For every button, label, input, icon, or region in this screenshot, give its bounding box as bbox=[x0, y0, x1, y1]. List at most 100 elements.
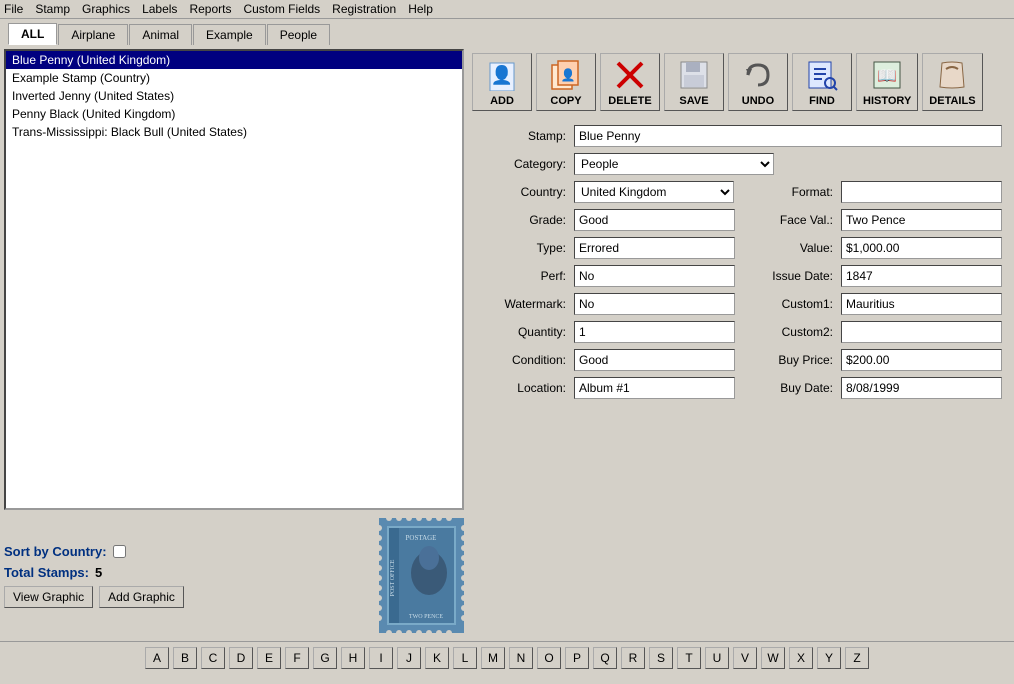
watermark-input[interactable] bbox=[574, 293, 735, 315]
value-label: Value: bbox=[743, 241, 833, 255]
add-button[interactable]: 👤 ADD bbox=[472, 53, 532, 111]
alpha-btn-e[interactable]: E bbox=[257, 647, 281, 669]
history-icon: 📖 bbox=[869, 57, 905, 93]
main-content: Blue Penny (United Kingdom) Example Stam… bbox=[0, 45, 1014, 641]
alpha-btn-n[interactable]: N bbox=[509, 647, 533, 669]
menu-graphics[interactable]: Graphics bbox=[82, 2, 130, 16]
alpha-btn-o[interactable]: O bbox=[537, 647, 561, 669]
category-label: Category: bbox=[476, 157, 566, 171]
alpha-btn-v[interactable]: V bbox=[733, 647, 757, 669]
alpha-btn-p[interactable]: P bbox=[565, 647, 589, 669]
menu-registration[interactable]: Registration bbox=[332, 2, 396, 16]
graphic-buttons: View Graphic Add Graphic bbox=[4, 586, 184, 608]
type-input[interactable] bbox=[574, 237, 735, 259]
alpha-btn-r[interactable]: R bbox=[621, 647, 645, 669]
menu-file[interactable]: File bbox=[4, 2, 23, 16]
toolbar: 👤 ADD 👤 COPY bbox=[468, 49, 1010, 115]
alpha-btn-t[interactable]: T bbox=[677, 647, 701, 669]
buy-price-input[interactable] bbox=[841, 349, 1002, 371]
alpha-btn-w[interactable]: W bbox=[761, 647, 785, 669]
value-input[interactable] bbox=[841, 237, 1002, 259]
alpha-btn-m[interactable]: M bbox=[481, 647, 505, 669]
add-label: ADD bbox=[490, 95, 514, 107]
stamp-list[interactable]: Blue Penny (United Kingdom) Example Stam… bbox=[4, 49, 464, 510]
alpha-btn-f[interactable]: F bbox=[285, 647, 309, 669]
alpha-btn-u[interactable]: U bbox=[705, 647, 729, 669]
menu-stamp[interactable]: Stamp bbox=[35, 2, 70, 16]
alpha-btn-z[interactable]: Z bbox=[845, 647, 869, 669]
country-select[interactable]: United Kingdom bbox=[574, 181, 734, 203]
issue-date-input[interactable] bbox=[841, 265, 1002, 287]
custom2-input[interactable] bbox=[841, 321, 1002, 343]
issue-date-label: Issue Date: bbox=[743, 269, 833, 283]
list-item[interactable]: Example Stamp (Country) bbox=[6, 69, 462, 87]
save-button[interactable]: SAVE bbox=[664, 53, 724, 111]
perf-input[interactable] bbox=[574, 265, 735, 287]
alpha-btn-i[interactable]: I bbox=[369, 647, 393, 669]
menu-help[interactable]: Help bbox=[408, 2, 433, 16]
alpha-btn-h[interactable]: H bbox=[341, 647, 365, 669]
copy-button[interactable]: 👤 COPY bbox=[536, 53, 596, 111]
right-panel: 👤 ADD 👤 COPY bbox=[468, 49, 1010, 637]
alpha-btn-a[interactable]: A bbox=[145, 647, 169, 669]
alpha-btn-q[interactable]: Q bbox=[593, 647, 617, 669]
sort-by-country-checkbox[interactable] bbox=[113, 545, 126, 558]
category-select[interactable]: People bbox=[574, 153, 774, 175]
grade-input[interactable] bbox=[574, 209, 735, 231]
stamp-input[interactable] bbox=[574, 125, 1002, 147]
history-button[interactable]: 📖 HISTORY bbox=[856, 53, 918, 111]
quantity-label: Quantity: bbox=[476, 325, 566, 339]
tab-airplane[interactable]: Airplane bbox=[58, 24, 128, 45]
sort-by-country-label: Sort by Country: bbox=[4, 544, 107, 559]
alpha-btn-l[interactable]: L bbox=[453, 647, 477, 669]
list-item[interactable]: Blue Penny (United Kingdom) bbox=[6, 51, 462, 69]
undo-button[interactable]: UNDO bbox=[728, 53, 788, 111]
svg-text:👤: 👤 bbox=[561, 68, 576, 82]
left-panel: Blue Penny (United Kingdom) Example Stam… bbox=[4, 49, 464, 637]
tab-example[interactable]: Example bbox=[193, 24, 266, 45]
alpha-btn-g[interactable]: G bbox=[313, 647, 337, 669]
svg-text:POST OFFICE: POST OFFICE bbox=[390, 559, 396, 596]
menu-reports[interactable]: Reports bbox=[189, 2, 231, 16]
quantity-input[interactable] bbox=[574, 321, 735, 343]
alpha-btn-s[interactable]: S bbox=[649, 647, 673, 669]
details-button[interactable]: DETAILS bbox=[922, 53, 982, 111]
tab-all[interactable]: ALL bbox=[8, 23, 57, 45]
tab-people[interactable]: People bbox=[267, 24, 330, 45]
location-input[interactable] bbox=[574, 377, 735, 399]
condition-input[interactable] bbox=[574, 349, 735, 371]
total-stamps-label: Total Stamps: bbox=[4, 565, 89, 580]
svg-text:POSTAGE: POSTAGE bbox=[406, 534, 437, 542]
alpha-btn-c[interactable]: C bbox=[201, 647, 225, 669]
face-val-input[interactable] bbox=[841, 209, 1002, 231]
delete-button[interactable]: DELETE bbox=[600, 53, 660, 111]
custom1-label: Custom1: bbox=[743, 297, 833, 311]
location-label: Location: bbox=[476, 381, 566, 395]
history-label: HISTORY bbox=[863, 95, 911, 107]
list-item[interactable]: Penny Black (United Kingdom) bbox=[6, 105, 462, 123]
alpha-btn-y[interactable]: Y bbox=[817, 647, 841, 669]
country-label: Country: bbox=[476, 185, 566, 199]
view-graphic-button[interactable]: View Graphic bbox=[4, 586, 93, 608]
delete-label: DELETE bbox=[608, 95, 651, 107]
alpha-btn-j[interactable]: J bbox=[397, 647, 421, 669]
buy-date-input[interactable] bbox=[841, 377, 1002, 399]
alpha-btn-x[interactable]: X bbox=[789, 647, 813, 669]
list-item[interactable]: Trans-Mississippi: Black Bull (United St… bbox=[6, 123, 462, 141]
alpha-btn-k[interactable]: K bbox=[425, 647, 449, 669]
menu-labels[interactable]: Labels bbox=[142, 2, 177, 16]
graphic-area: POSTAGE POST OFFICE TWO PENCE bbox=[379, 518, 464, 633]
custom2-label: Custom2: bbox=[743, 325, 833, 339]
watermark-label: Watermark: bbox=[476, 297, 566, 311]
save-icon bbox=[676, 57, 712, 93]
alpha-btn-d[interactable]: D bbox=[229, 647, 253, 669]
delete-icon bbox=[612, 57, 648, 93]
add-graphic-button[interactable]: Add Graphic bbox=[99, 586, 184, 608]
custom1-input[interactable] bbox=[841, 293, 1002, 315]
alpha-btn-b[interactable]: B bbox=[173, 647, 197, 669]
find-button[interactable]: FIND bbox=[792, 53, 852, 111]
tab-animal[interactable]: Animal bbox=[129, 24, 192, 45]
list-item[interactable]: Inverted Jenny (United States) bbox=[6, 87, 462, 105]
format-input[interactable] bbox=[841, 181, 1002, 203]
menu-custom-fields[interactable]: Custom Fields bbox=[243, 2, 320, 16]
